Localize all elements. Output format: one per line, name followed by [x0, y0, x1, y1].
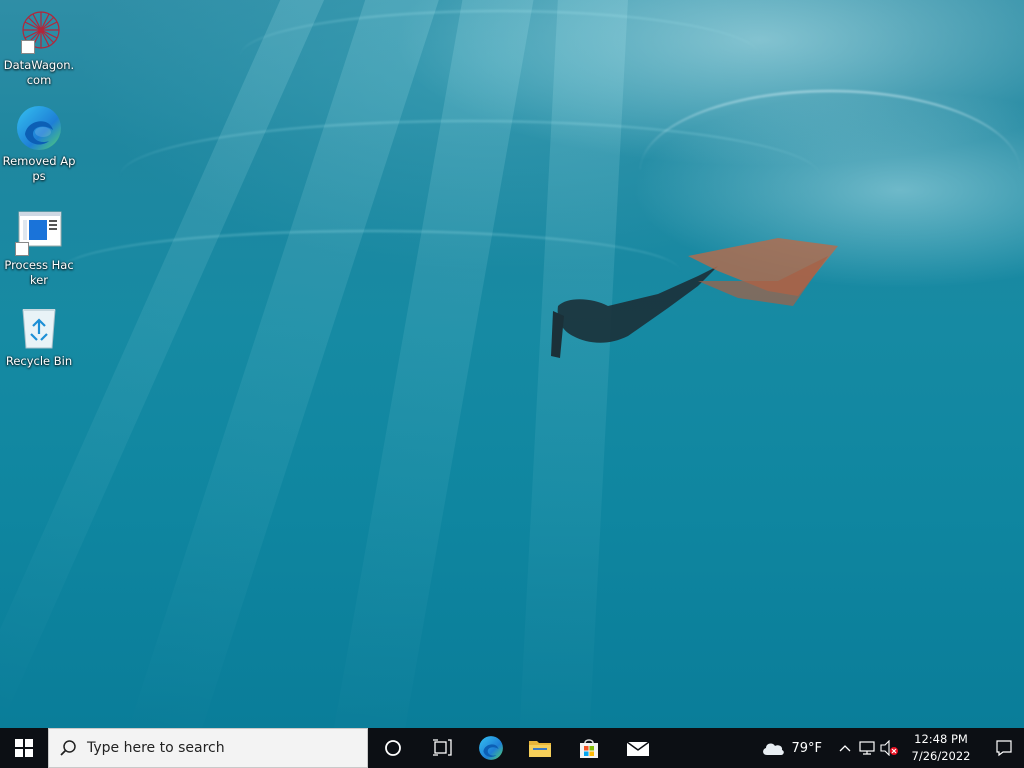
desktop-icon-label: Removed Apps: [2, 154, 76, 183]
network-button[interactable]: [856, 728, 878, 768]
desktop-icon-removed-apps[interactable]: Removed Apps: [2, 104, 76, 184]
volume-button[interactable]: [878, 728, 900, 768]
cloud-icon: [763, 743, 785, 755]
system-tray: 79°F 12:48 PM 7/26/2022: [761, 728, 1024, 768]
folder-icon: [528, 741, 551, 757]
task-view-icon: [432, 739, 452, 756]
notification-icon: [996, 740, 1012, 757]
cortana-circle-icon: [384, 740, 401, 756]
search-placeholder: Type here to search: [87, 740, 225, 756]
clock-date: 7/26/2022: [911, 749, 971, 763]
desktop-icon-datawagon[interactable]: DataWagon.com: [2, 8, 76, 88]
weather-temperature: 79°F: [791, 740, 822, 756]
recycle-bin-icon: [15, 304, 63, 352]
clock-time: 12:48 PM: [914, 732, 968, 746]
desktop-icon-label: Process Hacker: [4, 258, 74, 287]
desktop-wallpaper: DataWagon.com Removed Apps Process Hacke…: [0, 0, 1024, 728]
weather-widget[interactable]: 79°F: [761, 740, 822, 756]
taskbar-edge-button[interactable]: [466, 728, 515, 768]
desktop-icon-recycle-bin[interactable]: Recycle Bin: [2, 304, 76, 369]
taskbar-search-box[interactable]: Type here to search: [48, 728, 368, 768]
mail-icon: [626, 741, 649, 756]
search-icon: [60, 740, 76, 756]
process-hacker-icon: [15, 208, 63, 256]
taskbar-store-button[interactable]: [564, 728, 613, 768]
desktop-icon-process-hacker[interactable]: Process Hacker: [2, 208, 76, 288]
cortana-button[interactable]: [368, 728, 417, 768]
wallpaper-wave: [640, 90, 1020, 252]
taskbar-clock[interactable]: 12:48 PM 7/26/2022: [906, 731, 976, 765]
show-hidden-icons-button[interactable]: [834, 728, 856, 768]
task-view-button[interactable]: [417, 728, 466, 768]
edge-icon: [15, 104, 63, 152]
taskbar-mail-button[interactable]: [613, 728, 662, 768]
edge-icon: [478, 736, 503, 760]
desktop-icon-label: DataWagon.com: [3, 58, 75, 87]
taskbar-file-explorer-button[interactable]: [515, 728, 564, 768]
action-center-button[interactable]: [984, 728, 1024, 768]
network-icon: [859, 741, 875, 755]
diver-silhouette: [551, 238, 838, 358]
shortcut-arrow-icon: [15, 242, 29, 256]
shortcut-arrow-icon: [21, 40, 35, 54]
store-bag-icon: [579, 739, 598, 758]
taskbar: Type here to search 79°F 12:48 PM 7/26/2…: [0, 728, 1024, 768]
start-button[interactable]: [0, 728, 48, 768]
windows-logo-icon: [15, 739, 33, 757]
volume-muted-icon: [880, 740, 898, 756]
datawagon-icon: [15, 8, 63, 56]
chevron-up-icon: [839, 745, 851, 752]
desktop-icon-label: Recycle Bin: [5, 354, 73, 368]
